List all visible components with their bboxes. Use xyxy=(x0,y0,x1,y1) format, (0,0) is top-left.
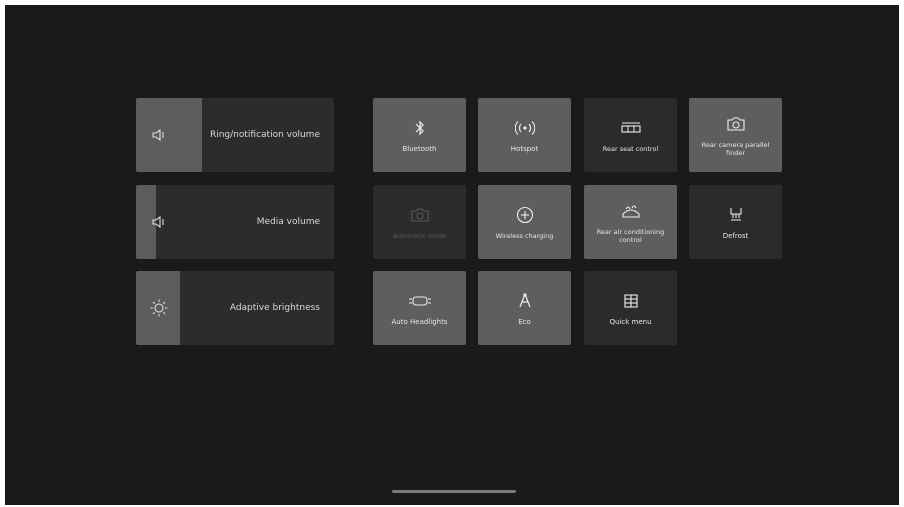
tile-label: Hotspot xyxy=(510,144,539,153)
brightness-label: Adaptive brightness xyxy=(229,303,320,313)
auto-mode-icon xyxy=(409,204,431,226)
tile-label: Rear seat control xyxy=(602,145,659,153)
media-volume-label: Media volume xyxy=(256,217,320,227)
ringtone-volume-label: Ring/notification volume xyxy=(209,130,320,140)
home-indicator-handle[interactable] xyxy=(392,490,516,493)
brightness-slider[interactable]: Adaptive brightness xyxy=(136,271,334,345)
speaker-icon xyxy=(136,185,182,259)
rear-seat-icon xyxy=(620,117,642,139)
wireless-charging-icon xyxy=(516,204,534,226)
brightness-icon xyxy=(136,271,182,345)
tile-label: Quick menu xyxy=(609,317,652,326)
tile-label: Automatic mode xyxy=(392,232,447,240)
tile-eco[interactable]: Eco xyxy=(478,271,571,345)
tile-label: Eco xyxy=(518,317,531,326)
tile-label: Rear camera parallel finder xyxy=(701,141,770,157)
tile-label: Bluetooth xyxy=(402,144,437,153)
tile-rear-air-conditioning[interactable]: Rear air conditioning control xyxy=(584,185,677,259)
tile-defrost[interactable]: Defrost xyxy=(689,185,782,259)
tile-wireless-charging[interactable]: Wireless charging xyxy=(478,185,571,259)
grid-icon xyxy=(623,290,639,312)
tile-rear-seat[interactable]: Rear seat control xyxy=(584,98,677,172)
tile-auto-headlights[interactable]: Auto Headlights xyxy=(373,271,466,345)
tile-quick-menu[interactable]: Quick menu xyxy=(584,271,677,345)
headlight-icon xyxy=(408,290,432,312)
bluetooth-icon xyxy=(414,117,426,139)
speaker-icon xyxy=(136,98,182,172)
tile-label: Defrost xyxy=(722,231,749,240)
eco-icon xyxy=(517,290,533,312)
tile-automatic-mode[interactable]: Automatic mode xyxy=(373,185,466,259)
ringtone-volume-slider[interactable]: Ring/notification volume xyxy=(136,98,334,172)
tile-rear-camera[interactable]: Rear camera parallel finder xyxy=(689,98,782,172)
air-conditioning-icon xyxy=(620,200,642,222)
tile-label: Wireless charging xyxy=(495,232,554,240)
tile-hotspot[interactable]: Hotspot xyxy=(478,98,571,172)
hotspot-icon xyxy=(514,117,535,139)
defrost-icon xyxy=(728,204,744,226)
tile-label: Auto Headlights xyxy=(391,317,448,326)
quick-settings-screen: Ring/notification volume Media volume Ad… xyxy=(5,5,899,505)
camera-icon xyxy=(725,113,747,135)
tile-label: Rear air conditioning control xyxy=(596,228,665,244)
tile-bluetooth[interactable]: Bluetooth xyxy=(373,98,466,172)
media-volume-slider[interactable]: Media volume xyxy=(136,185,334,259)
